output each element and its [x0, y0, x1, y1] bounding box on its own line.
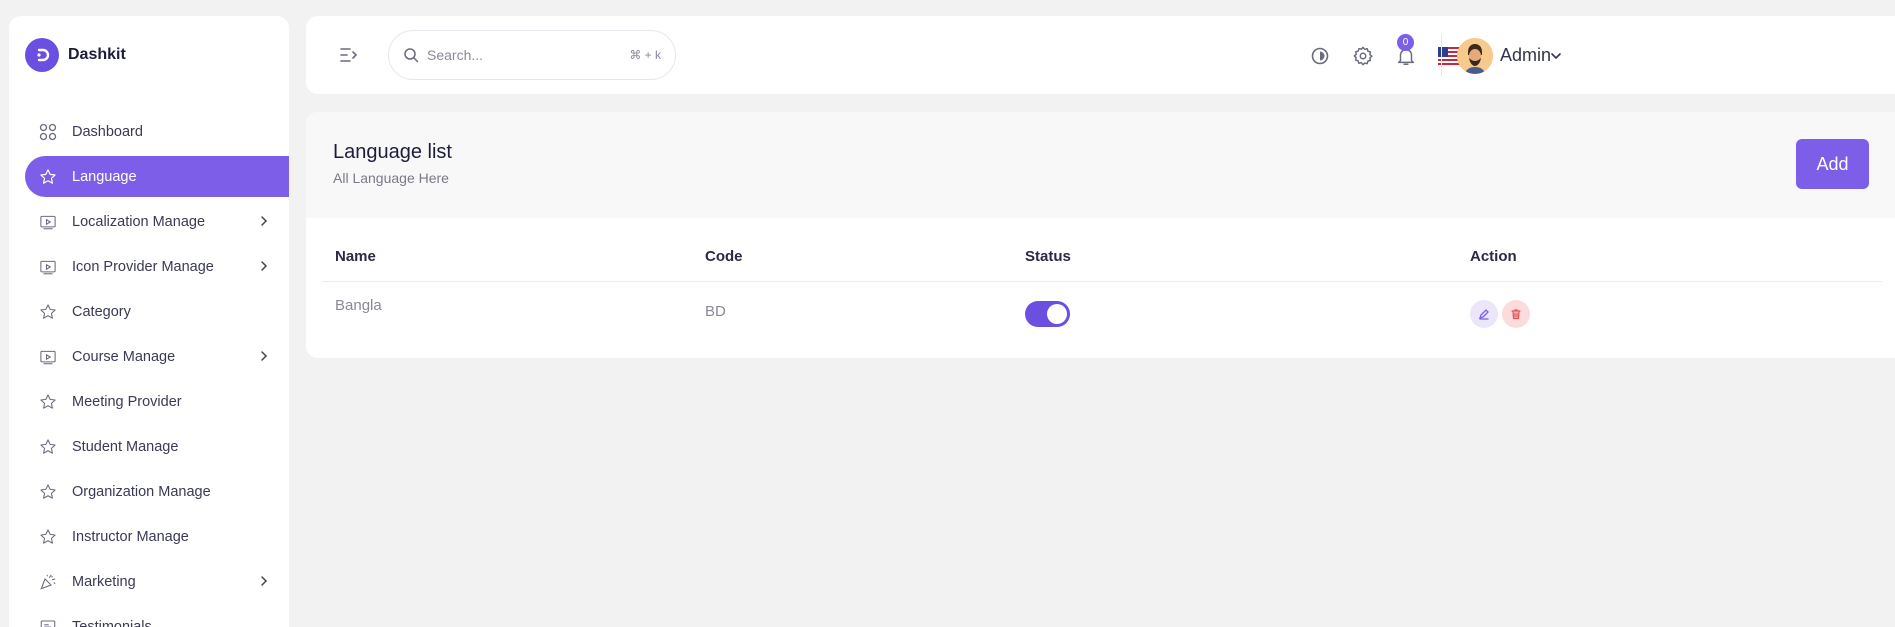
sidebar-item-marketing[interactable]: Marketing: [25, 561, 289, 602]
search-shortcut-hint: ⌘ + k: [629, 48, 661, 62]
cell-name: Bangla: [335, 297, 382, 314]
sidebar-item-organization-manage[interactable]: Organization Manage: [25, 471, 289, 512]
sidebar-item-student-manage[interactable]: Student Manage: [25, 426, 289, 467]
star-icon: [38, 392, 58, 412]
table-divider: [322, 281, 1882, 282]
star-icon: [38, 167, 58, 187]
search-icon: [404, 48, 419, 63]
sidebar-nav: Dashboard Language Localization Manage I…: [25, 111, 289, 627]
video-icon: [38, 212, 58, 232]
sidebar-item-course-manage[interactable]: Course Manage: [25, 336, 289, 377]
brand[interactable]: Dashkit: [25, 38, 126, 72]
sidebar-item-testimonials[interactable]: Testimonials: [25, 606, 289, 627]
edit-button[interactable]: [1470, 300, 1498, 328]
sidebar-item-dashboard[interactable]: Dashboard: [25, 111, 289, 152]
chevron-down-icon[interactable]: [1550, 50, 1562, 62]
toggle-knob: [1047, 304, 1067, 324]
page-subtitle: All Language Here: [333, 170, 449, 186]
sidebar-item-language[interactable]: Language: [25, 156, 289, 197]
notification-count-badge: 0: [1397, 34, 1414, 51]
column-header-action: Action: [1470, 248, 1517, 265]
party-popper-icon: [38, 572, 58, 592]
brand-logo-icon: [25, 38, 59, 72]
gear-icon[interactable]: [1351, 44, 1375, 68]
sidebar-item-label: Student Manage: [72, 438, 179, 455]
sidebar-item-label: Language: [72, 168, 137, 185]
chevron-right-icon: [261, 351, 268, 361]
grid-icon: [38, 122, 58, 142]
theme-toggle-icon[interactable]: [1308, 44, 1332, 68]
column-header-code: Code: [705, 248, 743, 265]
sidebar-item-label: Course Manage: [72, 348, 176, 365]
column-header-status: Status: [1025, 248, 1071, 265]
brand-name: Dashkit: [68, 46, 126, 63]
sidebar-item-label: Instructor Manage: [72, 528, 189, 545]
sidebar-item-label: Dashboard: [72, 123, 143, 140]
sidebar-item-label: Meeting Provider: [72, 393, 182, 410]
sidebar-item-category[interactable]: Category: [25, 291, 289, 332]
sidebar-item-label: Marketing: [72, 573, 136, 590]
chevron-right-icon: [261, 576, 268, 586]
sidebar-item-label: Localization Manage: [72, 213, 206, 230]
topbar: ⌘ + k 0 Admin: [306, 16, 1895, 94]
sidebar-item-instructor-manage[interactable]: Instructor Manage: [25, 516, 289, 557]
star-icon: [38, 527, 58, 547]
star-icon: [38, 302, 58, 322]
sidebar: Dashkit Dashboard Language Localization …: [9, 16, 289, 627]
trash-icon: [1511, 309, 1521, 320]
presentation-icon: [38, 617, 58, 627]
column-header-name: Name: [335, 248, 376, 265]
search-input[interactable]: [427, 47, 617, 63]
delete-button[interactable]: [1502, 300, 1530, 328]
user-name[interactable]: Admin: [1500, 45, 1551, 66]
page-title: Language list: [333, 141, 452, 163]
star-icon: [38, 482, 58, 502]
video-icon: [38, 347, 58, 367]
status-toggle[interactable]: [1025, 301, 1070, 327]
chevron-right-icon: [261, 261, 268, 271]
sidebar-item-label: Icon Provider Manage: [72, 258, 214, 275]
sidebar-toggle-icon[interactable]: [338, 44, 360, 66]
page-header: Language list All Language Here Add: [306, 112, 1895, 218]
star-icon: [38, 437, 58, 457]
sidebar-item-label: Testimonials: [72, 618, 152, 627]
video-icon: [38, 257, 58, 277]
sidebar-item-label: Organization Manage: [72, 483, 211, 500]
cell-code: BD: [705, 303, 726, 320]
sidebar-item-localization-manage[interactable]: Localization Manage: [25, 201, 289, 242]
sidebar-item-label: Category: [72, 303, 131, 320]
pencil-icon: [1478, 309, 1489, 320]
search-box[interactable]: ⌘ + k: [388, 30, 676, 80]
sidebar-item-meeting-provider[interactable]: Meeting Provider: [25, 381, 289, 422]
add-button[interactable]: Add: [1796, 139, 1869, 189]
sidebar-item-icon-provider-manage[interactable]: Icon Provider Manage: [25, 246, 289, 287]
topbar-divider: [1441, 34, 1442, 76]
chevron-right-icon: [261, 216, 268, 226]
avatar[interactable]: [1457, 38, 1493, 74]
language-table: Name Code Status Action Bangla BD: [306, 218, 1895, 358]
